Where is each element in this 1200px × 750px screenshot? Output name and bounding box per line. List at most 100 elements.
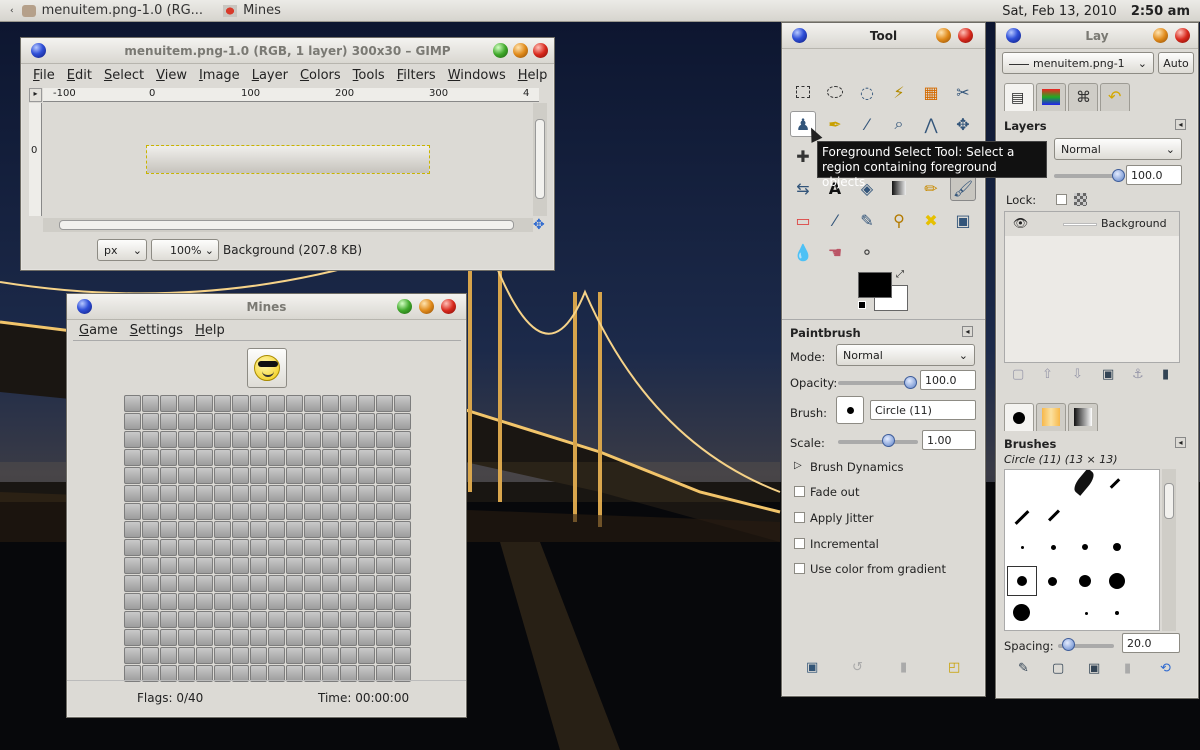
mine-cell[interactable] [214,467,231,484]
mine-cell[interactable] [124,467,141,484]
mine-cell[interactable] [358,449,375,466]
mine-cell[interactable] [322,431,339,448]
mine-cell[interactable] [376,575,393,592]
menu-windows[interactable]: Windows [442,68,512,83]
brush-grid[interactable] [1004,469,1160,631]
maximize-icon[interactable] [419,299,434,314]
mine-cell[interactable] [124,521,141,538]
mine-cell[interactable] [376,539,393,556]
mine-cell[interactable] [142,395,159,412]
mine-cell[interactable] [196,647,213,664]
layer-opacity-field[interactable]: 100.0 [1126,165,1182,185]
mine-cell[interactable] [376,413,393,430]
mine-cell[interactable] [214,449,231,466]
mine-cell[interactable] [160,413,177,430]
mine-cell[interactable] [196,557,213,574]
mine-cell[interactable] [304,629,321,646]
mine-cell[interactable] [322,593,339,610]
mine-cell[interactable] [250,485,267,502]
mine-cell[interactable] [124,449,141,466]
mine-cell[interactable] [268,611,285,628]
mine-cell[interactable] [232,611,249,628]
title-bar[interactable]: Tool [782,23,985,49]
mine-cell[interactable] [178,413,195,430]
mine-cell[interactable] [142,413,159,430]
brush-field[interactable]: Circle (11) [870,400,976,420]
mine-cell[interactable] [304,557,321,574]
mine-cell[interactable] [178,647,195,664]
brush-dynamics-expander[interactable]: Brush Dynamics [810,460,904,474]
mine-cell[interactable] [178,503,195,520]
horizontal-scrollbar[interactable] [43,218,533,232]
menu-file[interactable]: File [27,68,61,83]
mine-cell[interactable] [394,503,411,520]
mine-cell[interactable] [376,503,393,520]
mine-cell[interactable] [124,647,141,664]
mine-cell[interactable] [394,539,411,556]
mine-cell[interactable] [358,575,375,592]
fuzzy-select-icon[interactable]: ⚡ [886,79,912,105]
rect-select-icon[interactable] [790,79,816,105]
brush-preview-button[interactable] [836,396,864,424]
vertical-scrollbar[interactable] [533,103,547,216]
color-from-gradient-checkbox[interactable] [794,563,805,574]
apply-jitter-checkbox[interactable] [794,512,805,523]
opacity-field[interactable]: 100.0 [920,370,976,390]
mine-cell[interactable] [394,629,411,646]
delete-brush-icon[interactable]: ▮ [1124,661,1131,676]
mine-cell[interactable] [124,575,141,592]
mine-cell[interactable] [304,647,321,664]
mine-cell[interactable] [196,485,213,502]
ruler-corner-button[interactable]: ▸ [29,88,42,102]
mine-cell[interactable] [286,395,303,412]
mine-cell[interactable] [358,521,375,538]
mine-cell[interactable] [160,593,177,610]
mine-cell[interactable] [286,557,303,574]
mine-cell[interactable] [322,629,339,646]
mine-cell[interactable] [340,449,357,466]
mine-cell[interactable] [268,629,285,646]
anchor-layer-icon[interactable]: ⚓ [1132,367,1144,382]
mine-cell[interactable] [124,593,141,610]
new-game-button[interactable] [247,348,287,388]
mine-cell[interactable] [358,503,375,520]
mine-cell[interactable] [232,395,249,412]
mine-cell[interactable] [358,413,375,430]
mine-cell[interactable] [268,647,285,664]
mine-cell[interactable] [232,467,249,484]
close-icon[interactable] [533,43,548,58]
mine-cell[interactable] [394,431,411,448]
mine-cell[interactable] [214,431,231,448]
mine-cell[interactable] [340,467,357,484]
mine-cell[interactable] [142,611,159,628]
mine-cell[interactable] [214,629,231,646]
mine-cell[interactable] [304,593,321,610]
mine-cell[interactable] [232,521,249,538]
mine-cell[interactable] [160,611,177,628]
menu-layer[interactable]: Layer [246,68,294,83]
duplicate-brush-icon[interactable]: ▣ [1088,661,1100,676]
mine-cell[interactable] [376,557,393,574]
mine-cell[interactable] [340,575,357,592]
clock[interactable]: Sat, Feb 13, 2010 2:50 am [1002,0,1200,22]
perspective-clone-icon[interactable]: ▣ [950,207,976,233]
mine-cell[interactable] [142,647,159,664]
mine-cell[interactable] [268,521,285,538]
mine-cell[interactable] [250,503,267,520]
mine-cell[interactable] [250,431,267,448]
mine-cell[interactable] [376,647,393,664]
navigate-icon[interactable]: ✥ [533,218,547,232]
mine-cell[interactable] [304,575,321,592]
mine-cell[interactable] [214,539,231,556]
mine-cell[interactable] [178,521,195,538]
new-brush-icon[interactable]: ▢ [1052,661,1064,676]
tab-undo[interactable]: ↶ [1100,83,1130,111]
mine-cell[interactable] [178,575,195,592]
mine-cell[interactable] [178,539,195,556]
mine-cell[interactable] [178,485,195,502]
mine-cell[interactable] [340,413,357,430]
mine-cell[interactable] [124,539,141,556]
mine-cell[interactable] [304,449,321,466]
title-bar[interactable]: menuitem.png-1.0 (RGB, 1 layer) 300x30 –… [21,38,554,64]
mine-cell[interactable] [304,413,321,430]
